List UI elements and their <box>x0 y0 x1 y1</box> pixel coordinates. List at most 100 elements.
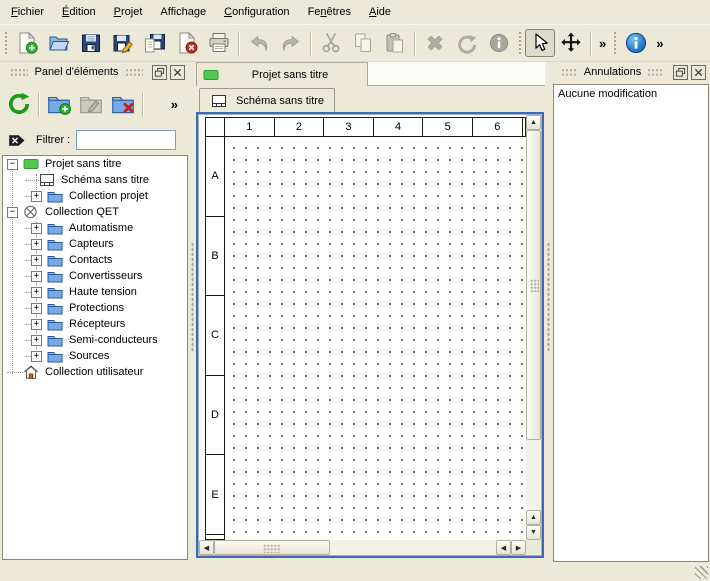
redo-button[interactable] <box>275 28 307 58</box>
filter-input[interactable] <box>76 130 176 150</box>
elements-panel-titlebar[interactable]: Panel d'éléments <box>0 62 189 82</box>
window-size-grip[interactable] <box>695 566 708 579</box>
delete-category-button[interactable] <box>107 88 139 120</box>
float-panel-button[interactable] <box>152 65 167 80</box>
tree-expander[interactable]: + <box>31 351 42 362</box>
rotate-button[interactable] <box>451 28 483 58</box>
tree-item-contacts[interactable]: +Contacts <box>3 252 187 268</box>
horizontal-scrollbar[interactable]: ◀ ◀ ▶ <box>199 540 526 555</box>
select-tool-button[interactable] <box>525 29 555 57</box>
tree-item-projet-sans-titre[interactable]: −Projet sans titre <box>3 156 187 172</box>
toolbar-handle[interactable] <box>517 30 523 56</box>
tree-item-label: Schéma sans titre <box>61 174 149 186</box>
tree-item-collection-utilisateur[interactable]: Collection utilisateur <box>3 364 187 380</box>
folder-icon <box>47 285 63 299</box>
undo-button[interactable] <box>243 28 275 58</box>
tree-expander[interactable]: + <box>31 287 42 298</box>
diagram-tab[interactable]: Schéma sans titre <box>199 88 335 112</box>
tree-expander[interactable]: + <box>31 239 42 250</box>
float-panel-button[interactable] <box>673 65 688 80</box>
tree-expander[interactable]: + <box>31 303 42 314</box>
vertical-scroll-track[interactable] <box>526 440 541 510</box>
tree-item-collection-projet[interactable]: +Collection projet <box>3 188 187 204</box>
print-button[interactable] <box>203 28 235 58</box>
horizontal-scroll-track[interactable] <box>330 540 496 555</box>
tree-item-sources[interactable]: +Sources <box>3 348 187 364</box>
cursor-arrow-icon <box>528 31 552 55</box>
save-as-button[interactable] <box>107 28 139 58</box>
menu-fichier[interactable]: Fichier <box>2 0 53 24</box>
tree-expander[interactable]: + <box>31 335 42 346</box>
tree-item-label: Capteurs <box>69 238 114 250</box>
scroll-right-button[interactable]: ▶ <box>511 540 526 555</box>
clear-filter-icon[interactable] <box>7 130 28 151</box>
menu-affichage[interactable]: Affichage <box>151 0 215 24</box>
copy-icon <box>351 31 375 55</box>
vertical-scrollbar[interactable]: ▲ ▲ ▼ <box>526 115 541 540</box>
tree-item-convertisseurs[interactable]: +Convertisseurs <box>3 268 187 284</box>
new-document-button[interactable] <box>11 28 43 58</box>
rotate-icon <box>455 31 479 55</box>
about-qet-button[interactable] <box>620 28 652 58</box>
tree-expander[interactable]: + <box>31 191 42 202</box>
save-all-button[interactable] <box>139 28 171 58</box>
open-button[interactable] <box>43 28 75 58</box>
new-document-icon <box>15 31 39 55</box>
save-button[interactable] <box>75 28 107 58</box>
delete-button[interactable] <box>419 28 451 58</box>
tree-item-collection-qet[interactable]: −Collection QET <box>3 204 187 220</box>
menu-configuration[interactable]: Configuration <box>215 0 298 24</box>
collections-tree[interactable]: −Projet sans titreSchéma sans titre+Coll… <box>2 155 188 560</box>
scroll-left-button[interactable]: ◀ <box>496 540 511 555</box>
diagram-canvas[interactable]: 123456 ABCDE <box>199 115 526 540</box>
edit-category-button[interactable] <box>75 88 107 120</box>
reload-collections-button[interactable] <box>3 88 35 120</box>
toolbar-overflow-chevron[interactable]: » <box>595 36 610 51</box>
undo-history-list[interactable]: Aucune modification <box>553 84 709 562</box>
scroll-down-button[interactable]: ▼ <box>526 525 541 540</box>
toolbar-handle[interactable] <box>612 30 618 56</box>
tree-item-capteurs[interactable]: + Capteurs <box>3 236 187 252</box>
tree-expander[interactable]: + <box>31 271 42 282</box>
tree-item-semi-conducteurs[interactable]: +Semi-conducteurs <box>3 332 187 348</box>
tree-item-recepteurs[interactable]: +Récepteurs <box>3 316 187 332</box>
toolbar-handle[interactable] <box>3 30 9 56</box>
toolbar-separator <box>590 31 592 56</box>
tree-expander[interactable]: − <box>7 159 18 170</box>
scroll-up-button[interactable]: ▲ <box>526 510 541 525</box>
tree-item-haute-tension[interactable]: +Haute tension <box>3 284 187 300</box>
project-tab[interactable]: Projet sans titre <box>196 62 368 86</box>
tree-expander[interactable]: − <box>7 207 18 218</box>
toolbar-overflow-chevron[interactable]: » <box>652 36 667 51</box>
tree-item-protections[interactable]: +Protections <box>3 300 187 316</box>
menu-projet[interactable]: Projet <box>105 0 152 24</box>
tree-expander[interactable]: + <box>31 319 42 330</box>
vertical-scroll-thumb[interactable] <box>526 130 541 440</box>
diagram-tab-label: Schéma sans titre <box>236 95 324 107</box>
scroll-left-button[interactable]: ◀ <box>199 540 214 555</box>
panel-overflow-chevron[interactable]: » <box>167 97 182 112</box>
paste-button[interactable] <box>379 28 411 58</box>
element-info-button[interactable] <box>483 28 515 58</box>
undo-history-item[interactable]: Aucune modification <box>558 87 704 103</box>
menu-edition[interactable]: Édition <box>53 0 105 24</box>
tree-expander[interactable]: + <box>31 223 42 234</box>
tree-item-automatisme[interactable]: +Automatisme <box>3 220 187 236</box>
close-file-button[interactable] <box>171 28 203 58</box>
move-tool-button[interactable] <box>555 28 587 58</box>
menu-fenetres[interactable]: Fenêtres <box>299 0 360 24</box>
cut-button[interactable] <box>315 28 347 58</box>
tree-item-schema-sans-titre[interactable]: Schéma sans titre <box>3 172 187 188</box>
scroll-up-button[interactable]: ▲ <box>526 115 541 130</box>
horizontal-scroll-thumb[interactable] <box>214 540 330 555</box>
close-panel-button[interactable] <box>170 65 185 80</box>
new-category-button[interactable] <box>43 88 75 120</box>
close-panel-button[interactable] <box>691 65 706 80</box>
tree-expander[interactable]: + <box>31 255 42 266</box>
menu-aide[interactable]: Aide <box>360 0 400 24</box>
close-icon <box>693 67 704 78</box>
copy-button[interactable] <box>347 28 379 58</box>
frame-corner <box>206 118 224 137</box>
left-splitter[interactable] <box>189 62 196 581</box>
undo-panel-titlebar[interactable]: Annulations <box>551 62 710 82</box>
